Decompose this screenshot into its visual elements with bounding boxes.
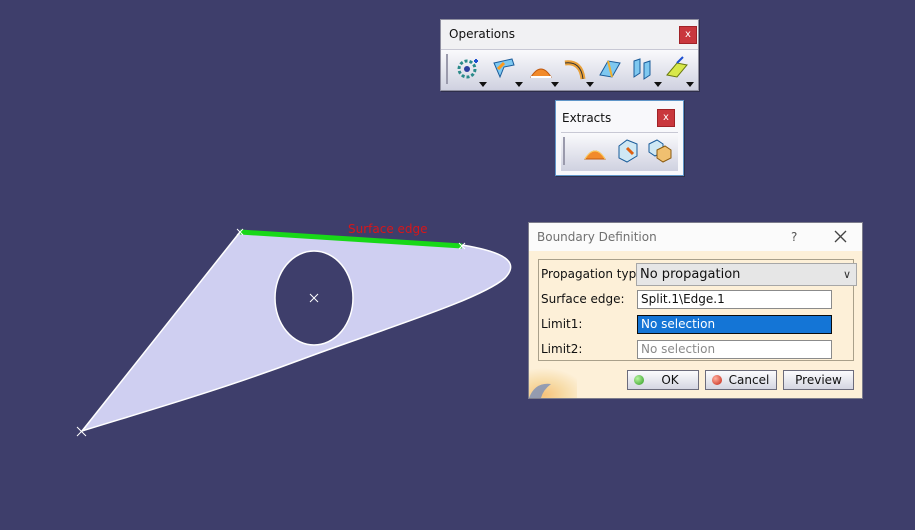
- toolbar-grip[interactable]: [446, 54, 448, 84]
- extracts-tool-row: [561, 132, 678, 171]
- ok-icon: [634, 375, 644, 385]
- surface-edge-label: Surface edge: [348, 222, 428, 236]
- surface-edge-field[interactable]: Split.1\Edge.1: [637, 290, 832, 309]
- boundary-definition-dialog[interactable]: Boundary Definition ? Propagation type: …: [528, 222, 863, 399]
- limit1-field[interactable]: No selection: [637, 315, 832, 334]
- cancel-button[interactable]: Cancel: [705, 370, 777, 390]
- untrim-icon[interactable]: [490, 55, 518, 83]
- surface-edge-label-text: Surface edge:: [541, 292, 625, 306]
- surface-edge-row: Surface edge: Split.1\Edge.1: [539, 287, 853, 312]
- dialog-title: Boundary Definition: [537, 230, 657, 244]
- chevron-down-icon[interactable]: [551, 82, 559, 87]
- propagation-type-row: Propagation type: No propagation ∨: [539, 262, 857, 287]
- propagation-type-value: No propagation: [640, 267, 741, 282]
- limit1-row: Limit1: No selection: [539, 312, 853, 337]
- propagation-type-label: Propagation type:: [541, 267, 648, 281]
- join-healing-icon[interactable]: [455, 55, 483, 83]
- boundary-form: Propagation type: No propagation ∨ Surfa…: [538, 259, 857, 362]
- ok-button[interactable]: OK: [627, 370, 699, 390]
- multiple-extract-icon[interactable]: [645, 136, 673, 164]
- extracts-toolbar[interactable]: Extracts x: [555, 100, 684, 176]
- operations-toolbar[interactable]: Operations x: [440, 19, 699, 91]
- globe-decoration-icon: [529, 368, 577, 398]
- propagation-type-select[interactable]: No propagation ∨: [636, 263, 857, 286]
- ok-button-label: OK: [661, 373, 679, 387]
- operations-toolbar-title[interactable]: Operations x: [441, 20, 698, 48]
- chevron-down-icon[interactable]: [654, 82, 662, 87]
- limit1-label: Limit1:: [541, 317, 583, 331]
- chevron-down-icon[interactable]: [686, 82, 694, 87]
- cancel-icon: [712, 375, 722, 385]
- chevron-down-icon[interactable]: [586, 82, 594, 87]
- chevron-down-icon[interactable]: [515, 82, 523, 87]
- limit2-row: Limit2: No selection: [539, 337, 853, 362]
- chevron-down-icon[interactable]: ∨: [843, 264, 851, 285]
- extracts-toolbar-title[interactable]: Extracts x: [556, 101, 683, 131]
- close-icon[interactable]: [832, 226, 850, 246]
- operations-tool-row: [441, 49, 698, 90]
- transform-icon[interactable]: [628, 55, 656, 83]
- extrapolate-icon[interactable]: [596, 55, 624, 83]
- limit2-field[interactable]: No selection: [637, 340, 832, 359]
- boundary-icon[interactable]: [581, 137, 609, 165]
- extracts-title-text: Extracts: [562, 111, 612, 125]
- help-button[interactable]: ?: [791, 223, 797, 251]
- preview-button[interactable]: Preview: [783, 370, 854, 390]
- dialog-title-bar[interactable]: Boundary Definition ?: [529, 223, 862, 251]
- limit2-label: Limit2:: [541, 342, 583, 356]
- fillet-icon[interactable]: [561, 55, 589, 83]
- split-icon[interactable]: [527, 55, 555, 83]
- operations-title-text: Operations: [449, 27, 515, 41]
- toolbar-grip[interactable]: [563, 137, 565, 165]
- preview-button-label: Preview: [795, 373, 842, 387]
- chevron-down-icon[interactable]: [479, 82, 487, 87]
- extrude-icon[interactable]: [663, 55, 691, 83]
- operations-close-button[interactable]: x: [679, 26, 697, 44]
- extract-icon[interactable]: [613, 136, 641, 164]
- vertex-mark: [76, 426, 87, 437]
- extracts-close-button[interactable]: x: [657, 109, 675, 127]
